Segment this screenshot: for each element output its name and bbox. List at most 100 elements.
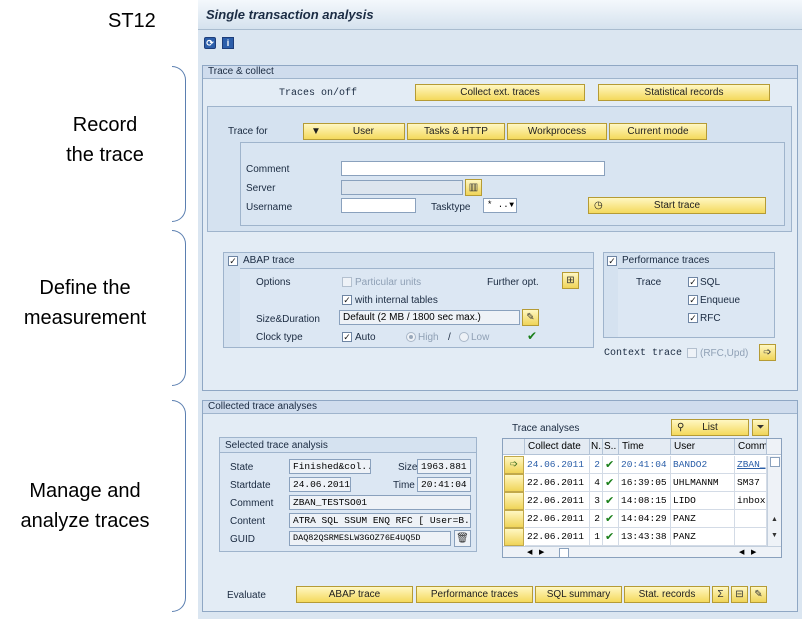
clock-auto-checkbox[interactable]: ✓ [342, 332, 352, 342]
scroll-right-icon[interactable]: ▶ [539, 548, 544, 556]
edit-pencil-icon[interactable]: ✎ [522, 309, 539, 326]
tab-workprocess[interactable]: Workprocess [507, 123, 607, 140]
scroll-right-icon[interactable]: ▶ [751, 548, 756, 556]
context-trace-label: Context trace [604, 348, 683, 359]
scroll-left-icon[interactable]: ◀ [739, 548, 744, 556]
trace-params-panel: Comment Server ▥ Username Tasktype * .. ▼… [240, 142, 785, 226]
clock-high-radio[interactable] [406, 332, 416, 342]
delete-trash-icon[interactable]: 🗑 [454, 530, 471, 547]
column-collect-date[interactable]: Collect date [525, 439, 590, 455]
brace-manage [172, 400, 186, 612]
edit-icon[interactable]: ✎ [750, 586, 767, 603]
cell-comment[interactable]: ZBAN_ [735, 456, 767, 474]
sum-icon[interactable]: Σ [712, 586, 729, 603]
annotation-line: the trace [66, 144, 144, 166]
column-user[interactable]: User [671, 439, 735, 455]
list-button[interactable]: ⚲ List [671, 419, 749, 436]
cell-n[interactable]: 4 [590, 474, 603, 492]
scroll-left-icon[interactable]: ◀ [527, 548, 532, 556]
eval-stat-records-button[interactable]: Stat. records [624, 586, 710, 603]
cell-user[interactable]: UHLMANNM [671, 474, 735, 492]
vertical-scrollbar[interactable]: ▲ ▼ [767, 456, 781, 546]
server-f4-help-icon[interactable]: ▥ [465, 179, 482, 196]
list-button-label: List [702, 422, 718, 433]
row-selector[interactable] [504, 474, 524, 492]
eval-sql-summary-button[interactable]: SQL summary [535, 586, 622, 603]
tab-user[interactable]: ▼ User [303, 123, 405, 140]
row-selector[interactable] [504, 510, 524, 528]
cell-date[interactable]: 24.06.2011 [525, 456, 590, 474]
start-trace-label: Start trace [653, 200, 701, 211]
cell-date[interactable]: 22.06.2011 [525, 510, 590, 528]
cell-comment[interactable]: SM37 [735, 474, 767, 492]
cell-time[interactable]: 14:04:29 [619, 510, 671, 528]
cell-user[interactable]: BANDO2 [671, 456, 735, 474]
clock-low-radio[interactable] [459, 332, 469, 342]
column-time[interactable]: Time [619, 439, 671, 455]
cell-user[interactable]: PANZ [671, 510, 735, 528]
username-input[interactable] [341, 198, 416, 213]
scroll-up-icon[interactable]: ▲ [771, 516, 778, 523]
cell-date[interactable]: 22.06.2011 [525, 474, 590, 492]
row-selector[interactable] [504, 528, 524, 546]
scroll-down-icon[interactable]: ▼ [771, 532, 778, 539]
statistical-records-button[interactable]: Statistical records [598, 84, 770, 101]
trace-for-label: Trace for [228, 126, 268, 137]
column-n[interactable]: N.. [590, 439, 603, 455]
tasktype-value: * .. [487, 200, 509, 210]
size-duration-field[interactable]: Default (2 MB / 1800 sec max.) [339, 310, 520, 325]
cell-user[interactable]: PANZ [671, 528, 735, 546]
further-options-button[interactable]: ⊞ [562, 272, 579, 289]
column-settings-icon[interactable] [767, 439, 781, 455]
enqueue-checkbox[interactable]: ✓ [688, 295, 698, 305]
refresh-icon[interactable]: ⟳ [204, 37, 216, 49]
compare-icon[interactable]: ⊟ [731, 586, 748, 603]
column-comment[interactable]: Comm [735, 439, 767, 455]
cell-time[interactable]: 16:39:05 [619, 474, 671, 492]
info-icon[interactable]: i [222, 37, 234, 49]
rfc-checkbox[interactable]: ✓ [688, 313, 698, 323]
clock-icon: ◷ [594, 200, 603, 211]
performance-traces-checkbox[interactable]: ✓ [607, 256, 617, 266]
scroll-thumb[interactable] [770, 457, 780, 467]
sql-checkbox[interactable]: ✓ [688, 277, 698, 287]
column-status[interactable]: S.. [603, 439, 619, 455]
eval-abap-trace-button[interactable]: ABAP trace [296, 586, 413, 603]
annotation-line: analyze traces [20, 510, 150, 532]
eval-performance-traces-button[interactable]: Performance traces [416, 586, 533, 603]
cell-n[interactable]: 1 [590, 528, 603, 546]
internal-tables-checkbox[interactable]: ✓ [342, 295, 352, 305]
cell-comment[interactable] [735, 528, 767, 546]
filter-icon[interactable]: ⏷ [752, 419, 769, 436]
annotation-line: Manage and [29, 480, 141, 502]
row-selected-arrow-icon[interactable]: ➩ [504, 456, 524, 474]
comment-input[interactable] [341, 161, 605, 176]
cell-time[interactable]: 20:41:04 [619, 456, 671, 474]
cell-date[interactable]: 22.06.2011 [525, 528, 590, 546]
horizontal-scrollbar[interactable]: ◀ ▶ ◀ ▶ [503, 546, 781, 557]
cell-time[interactable]: 14:08:15 [619, 492, 671, 510]
context-trace-checkbox[interactable] [687, 348, 697, 358]
tasktype-select[interactable]: * .. ▼ [483, 198, 517, 213]
server-input[interactable] [341, 180, 463, 195]
check-icon: ✔ [527, 329, 538, 343]
cell-date[interactable]: 22.06.2011 [525, 492, 590, 510]
cell-user[interactable]: LIDO [671, 492, 735, 510]
abap-trace-checkbox[interactable]: ✓ [228, 256, 238, 266]
hscroll-thumb[interactable] [559, 548, 569, 557]
collect-ext-traces-button[interactable]: Collect ext. traces [415, 84, 585, 101]
start-trace-button[interactable]: ◷ Start trace [588, 197, 766, 214]
cell-status: ✔ [603, 474, 619, 492]
tab-current-mode[interactable]: Current mode [609, 123, 707, 140]
cell-time[interactable]: 13:43:38 [619, 528, 671, 546]
arrow-right-icon[interactable]: ➩ [759, 344, 776, 361]
cell-n[interactable]: 2 [590, 456, 603, 474]
options-label: Options [256, 277, 291, 288]
particular-units-checkbox[interactable] [342, 277, 352, 287]
cell-comment[interactable]: inbox [735, 492, 767, 510]
cell-comment[interactable] [735, 510, 767, 528]
tab-tasks-http[interactable]: Tasks & HTTP [407, 123, 505, 140]
cell-n[interactable]: 2 [590, 510, 603, 528]
cell-n[interactable]: 3 [590, 492, 603, 510]
row-selector[interactable] [504, 492, 524, 510]
